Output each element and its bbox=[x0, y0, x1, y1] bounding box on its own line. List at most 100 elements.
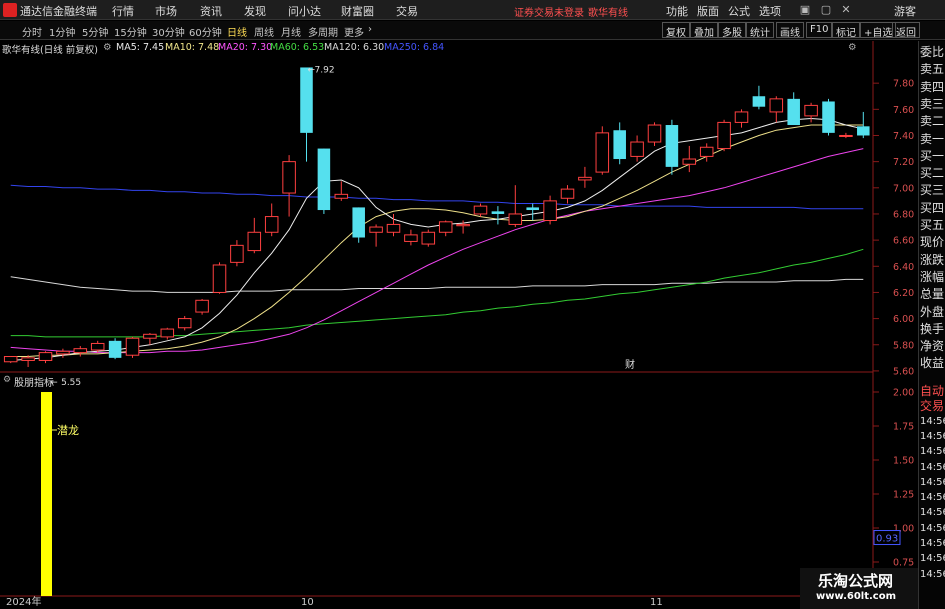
settings-icon[interactable]: ⚙ bbox=[3, 375, 11, 385]
stock-title[interactable]: 歌华有线(日线 前复权) bbox=[2, 42, 98, 56]
event-marker[interactable]: 财 bbox=[625, 358, 635, 371]
app-title: 通达信金融终端 bbox=[20, 5, 97, 18]
title-bar: 通达信金融终端 行情 市场 资讯 发现 问小达 财富圈 交易 证券交易未登录 歌… bbox=[0, 0, 945, 20]
candle bbox=[108, 338, 122, 360]
candle bbox=[421, 229, 436, 247]
menu-ask[interactable]: 问小达 bbox=[288, 3, 321, 19]
watermark-url: www.60lt.com bbox=[816, 591, 897, 602]
sidebar-label: 14:56 bbox=[920, 476, 945, 488]
tool-multi-stock[interactable]: 多股 bbox=[718, 22, 746, 39]
sidebar-label: 涨跌 bbox=[920, 252, 945, 267]
menu-market[interactable]: 行情 bbox=[112, 3, 134, 19]
tool-stats[interactable]: 统计 bbox=[746, 22, 774, 39]
y-tick-label: 6.40 bbox=[893, 262, 914, 273]
menu-wealth[interactable]: 财富圈 bbox=[341, 3, 374, 19]
sub-y-tick-label: 2.00 bbox=[893, 388, 914, 399]
sidebar-label: 卖三 bbox=[920, 96, 945, 111]
quote-sidebar: 委比 卖五 卖四 卖三 卖二 卖一 买一 买二 买三 买四 买五 现价 涨跌 涨幅 总量 外盘 换手 净资 收益 自动… bbox=[918, 41, 945, 609]
user-label[interactable]: 游客 bbox=[894, 3, 916, 19]
period-15min[interactable]: 15分钟 bbox=[114, 24, 147, 39]
period-more[interactable]: 更多 bbox=[344, 24, 364, 39]
sidebar-label: 外盘 bbox=[920, 304, 945, 319]
tool-back[interactable]: 返回 bbox=[892, 22, 920, 39]
high-price-label: 7.92 bbox=[315, 65, 335, 75]
menu-news[interactable]: 资讯 bbox=[200, 3, 222, 19]
candle bbox=[595, 126, 610, 175]
sidebar-label: 买一 bbox=[920, 148, 945, 163]
sidebar-label: 自动 bbox=[920, 384, 945, 398]
period-30min[interactable]: 30分钟 bbox=[152, 24, 185, 39]
ma120-label: MA120: 6.30 bbox=[324, 42, 385, 53]
tool-f10[interactable]: F10 bbox=[806, 22, 833, 38]
sidebar-label: 卖一 bbox=[920, 131, 945, 146]
close-icon[interactable]: ✕ bbox=[838, 2, 854, 18]
menu-formula[interactable]: 公式 bbox=[728, 3, 750, 19]
candle bbox=[212, 262, 227, 294]
menu-discover[interactable]: 发现 bbox=[244, 3, 266, 19]
sidebar-label: 14:56 bbox=[920, 415, 945, 427]
sidebar-label: 14:56 bbox=[920, 461, 945, 473]
signal-bar bbox=[41, 392, 52, 596]
chevron-right-icon[interactable]: › bbox=[368, 24, 372, 35]
sidebar-label: 买四 bbox=[920, 200, 945, 215]
ma5-label: MA5: 7.45 bbox=[116, 42, 165, 53]
tool-draw[interactable]: 画线 bbox=[776, 22, 804, 39]
sidebar-label: 卖五 bbox=[920, 62, 945, 77]
sidebar-label: 委比 bbox=[920, 45, 945, 59]
ma250-label: MA250: 6.84 bbox=[384, 42, 445, 53]
candle bbox=[177, 315, 192, 331]
sidebar-label: 卖二 bbox=[920, 114, 945, 129]
tool-mark[interactable]: 标记 bbox=[832, 22, 860, 39]
watermark-title: 乐淘公式网 bbox=[818, 572, 894, 590]
sub-y-tick-label: 1.75 bbox=[893, 422, 914, 433]
login-warning[interactable]: 证券交易未登录 bbox=[514, 4, 584, 19]
x-label-11: 11 bbox=[650, 597, 663, 608]
period-multi[interactable]: 多周期 bbox=[308, 24, 338, 39]
sidebar-label: 14:56 bbox=[920, 553, 945, 565]
ma10-label: MA10: 7.48 bbox=[165, 42, 220, 53]
y-tick-label: 7.40 bbox=[893, 131, 914, 142]
y-tick-label: 7.20 bbox=[893, 157, 914, 168]
candle bbox=[3, 356, 18, 364]
skin-icon[interactable]: ▣ bbox=[797, 2, 813, 18]
menu-function[interactable]: 功能 bbox=[666, 3, 688, 19]
sidebar-label: 14:56 bbox=[920, 568, 945, 580]
sidebar-label: 买三 bbox=[920, 183, 945, 198]
menu-layout[interactable]: 版面 bbox=[697, 3, 719, 19]
sidebar-label: 交易 bbox=[920, 399, 945, 414]
period-monthly[interactable]: 月线 bbox=[281, 24, 301, 39]
tool-overlay[interactable]: 叠加 bbox=[690, 22, 718, 39]
current-value-label: 0.93 bbox=[876, 534, 898, 545]
indicator-title[interactable]: 股朋指标 bbox=[14, 374, 54, 389]
y-tick-label: 7.80 bbox=[893, 79, 914, 90]
candle bbox=[647, 122, 662, 146]
low-price-label: 5.55 bbox=[61, 378, 81, 388]
sub-y-tick-label: 1.50 bbox=[893, 456, 914, 467]
y-tick-label: 7.60 bbox=[893, 105, 914, 116]
candle bbox=[665, 119, 679, 175]
period-daily[interactable]: 日线 bbox=[227, 24, 247, 39]
settings-icon[interactable]: ⚙ bbox=[103, 42, 112, 53]
period-60min[interactable]: 60分钟 bbox=[189, 24, 222, 39]
menu-trade[interactable]: 交易 bbox=[396, 3, 418, 19]
period-weekly[interactable]: 周线 bbox=[254, 24, 274, 39]
minimize-icon[interactable]: ▢ bbox=[818, 2, 834, 18]
menu-options[interactable]: 选项 bbox=[759, 3, 781, 19]
y-tick-label: 6.00 bbox=[893, 314, 914, 325]
gear-icon[interactable]: ⚙ bbox=[848, 42, 857, 53]
y-tick-label: 6.20 bbox=[893, 288, 914, 299]
sidebar-label: 净资 bbox=[920, 339, 945, 354]
sidebar-label: 14:56 bbox=[920, 522, 945, 534]
sidebar-label: 14:56 bbox=[920, 507, 945, 519]
period-5min[interactable]: 5分钟 bbox=[82, 24, 108, 39]
menu-exchange[interactable]: 市场 bbox=[155, 3, 177, 19]
ma20-label: MA20: 7.30 bbox=[218, 42, 273, 53]
tool-add-watch[interactable]: +自选 bbox=[860, 22, 897, 39]
y-tick-label: 7.00 bbox=[893, 183, 914, 194]
period-1min[interactable]: 1分钟 bbox=[49, 24, 75, 39]
tool-adjust[interactable]: 复权 bbox=[662, 22, 690, 39]
kline-chart[interactable]: 7.80 7.60 7.40 7.20 7.00 6.80 6.60 6.40 6.20 6.00… bbox=[0, 41, 918, 609]
main-chart-header: 歌华有线(日线 前复权) ⚙ MA5: 7.45 MA10: 7.48 MA20… bbox=[0, 41, 870, 56]
period-intraday[interactable]: 分时 bbox=[22, 24, 42, 39]
x-label-2024: 2024年 bbox=[6, 595, 41, 608]
